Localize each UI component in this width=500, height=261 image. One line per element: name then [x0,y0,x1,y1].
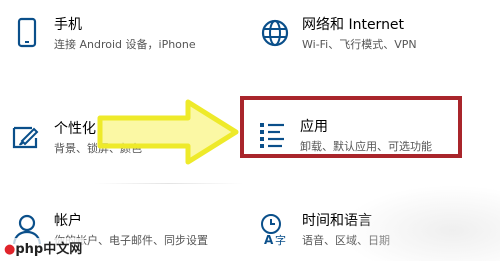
blur-patch [340,185,500,261]
arrow-right-icon [97,99,239,165]
highlight-box [240,96,462,158]
divider [94,183,244,184]
tile-title: 帐户 [54,213,82,229]
paint-brush-icon [10,120,44,154]
tile-subtitle: 连接 Android 设备，iPhone [54,38,196,51]
tile-subtitle: Wi-Fi、飞行模式、VPN [302,38,417,51]
tile-title: 个性化 [54,121,96,137]
svg-text:字: 字 [275,233,286,246]
settings-tile-network[interactable]: 网络和 Internet Wi-Fi、飞行模式、VPN [258,16,488,64]
watermark-logo: ●php中文网 [2,238,85,257]
time-language-icon: A 字 [258,212,292,247]
tile-title: 手机 [54,17,82,33]
phone-icon [10,16,44,50]
settings-tile-phone[interactable]: 手机 连接 Android 设备，iPhone [10,16,240,64]
globe-icon [258,16,292,50]
svg-text:A: A [264,233,274,246]
tile-title: 网络和 Internet [302,17,405,33]
